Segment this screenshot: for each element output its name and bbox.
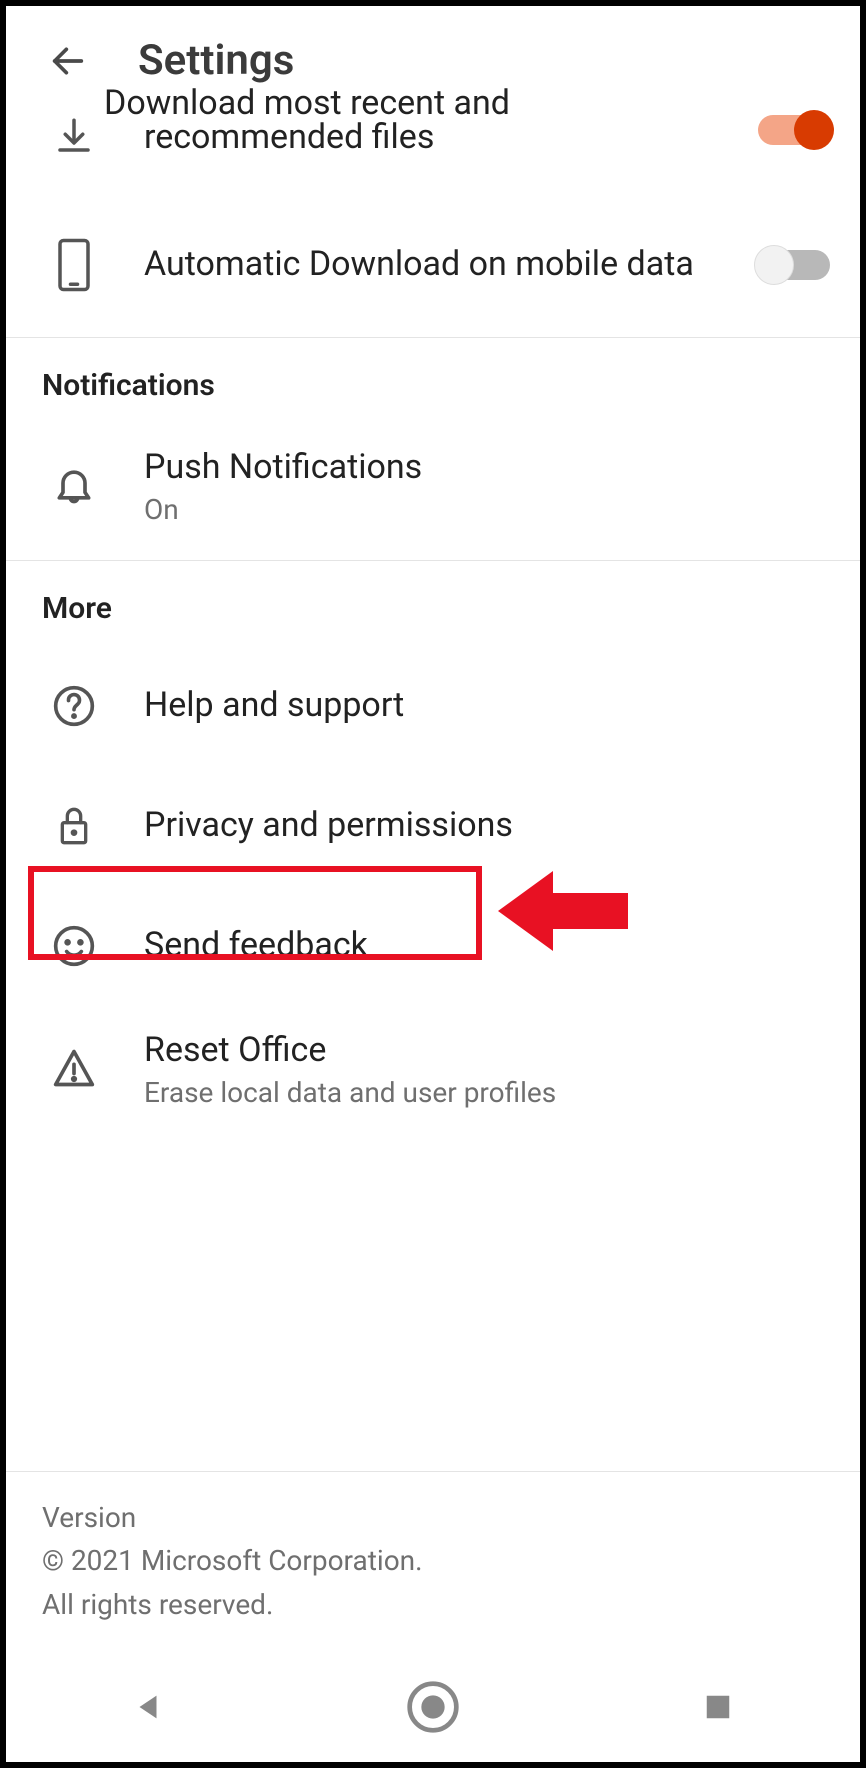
copyright-line: © 2021 Microsoft Corporation.	[42, 1539, 824, 1582]
setting-label: Reset Office	[144, 1028, 730, 1074]
setting-label: Help and support	[144, 683, 730, 729]
rights-line: All rights reserved.	[42, 1583, 824, 1626]
back-button[interactable]	[46, 39, 90, 83]
page-title: Settings	[138, 36, 294, 85]
toggle-auto-download-mobile[interactable]	[758, 250, 830, 280]
nav-recent-button[interactable]	[688, 1677, 748, 1737]
setting-privacy-permissions[interactable]: Privacy and permissions	[6, 766, 860, 886]
section-notifications: Notifications	[6, 338, 860, 423]
nav-back-button[interactable]	[118, 1677, 178, 1737]
annotation-arrow-icon	[498, 861, 628, 961]
setting-sublabel: Erase local data and user profiles	[144, 1076, 730, 1109]
footer: Version © 2021 Microsoft Corporation. Al…	[6, 1471, 860, 1650]
setting-label: Push Notifications	[144, 445, 730, 491]
system-nav-bar	[6, 1662, 860, 1752]
setting-label: Send feedback	[144, 923, 730, 969]
nav-recent-icon	[703, 1692, 733, 1722]
settings-list: Download most recent and recommended fil…	[6, 115, 860, 1131]
setting-label: Automatic Download on mobile data	[144, 242, 730, 288]
setting-help-support[interactable]: Help and support	[6, 646, 860, 766]
setting-sublabel: On	[144, 493, 730, 526]
bell-icon	[52, 463, 96, 507]
setting-push-notifications[interactable]: Push Notifications On	[6, 423, 860, 548]
lock-icon	[54, 802, 94, 850]
setting-reset-office[interactable]: Reset Office Erase local data and user p…	[6, 1006, 860, 1131]
nav-home-button[interactable]	[403, 1677, 463, 1737]
setting-download-recommended[interactable]: Download most recent and recommended fil…	[6, 115, 860, 205]
toggle-download-recommended[interactable]	[758, 115, 830, 145]
section-more: More	[6, 561, 860, 646]
nav-home-icon	[405, 1679, 461, 1735]
help-icon	[52, 684, 96, 728]
phone-icon	[53, 237, 95, 293]
setting-label: Privacy and permissions	[144, 803, 730, 849]
nav-back-icon	[131, 1690, 165, 1724]
download-icon	[53, 115, 95, 157]
setting-send-feedback[interactable]: Send feedback	[6, 886, 860, 1006]
setting-label-top-cutoff: Download most recent and	[104, 81, 730, 115]
setting-label: recommended files	[144, 115, 730, 161]
back-arrow-icon	[48, 41, 88, 81]
setting-auto-download-mobile[interactable]: Automatic Download on mobile data	[6, 205, 860, 325]
version-label: Version	[42, 1496, 824, 1539]
smile-icon	[52, 924, 96, 968]
warning-icon	[51, 1046, 97, 1090]
